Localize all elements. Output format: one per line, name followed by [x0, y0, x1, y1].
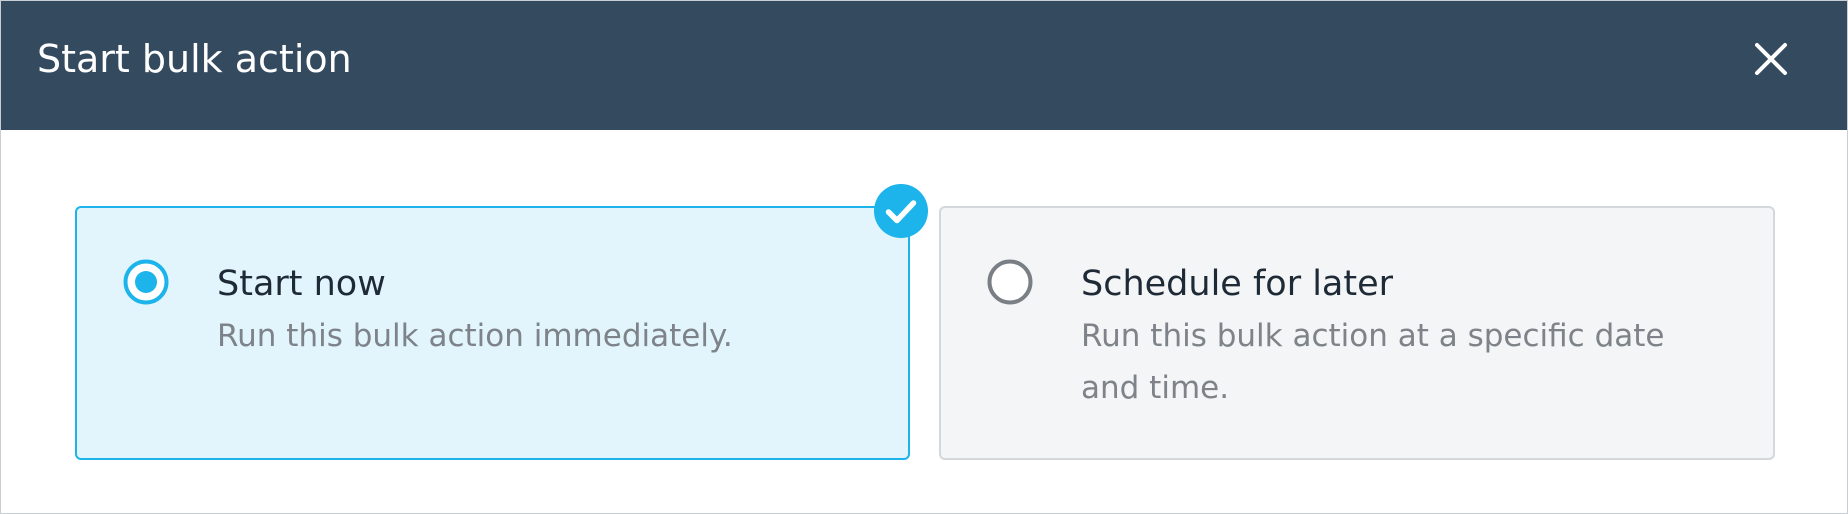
- option-title: Schedule for later: [1081, 264, 1394, 304]
- option-title: Start now: [217, 264, 386, 304]
- dialog-header: Start bulk action: [1, 1, 1847, 130]
- radio-schedule-for-later[interactable]: [986, 258, 1034, 306]
- option-text: Start now Run this bulk action immediate…: [217, 262, 858, 362]
- bulk-action-dialog: Start bulk action Start now Run this bul…: [0, 0, 1848, 514]
- option-description: Run this bulk action at a specific date …: [1081, 318, 1665, 406]
- dialog-title: Start bulk action: [37, 37, 352, 81]
- start-options: Start now Run this bulk action immediate…: [75, 184, 1775, 460]
- selected-check-icon: [874, 184, 928, 238]
- option-description: Run this bulk action immediately.: [217, 318, 733, 354]
- close-button[interactable]: [1751, 39, 1791, 79]
- option-start-now[interactable]: Start now Run this bulk action immediate…: [75, 206, 910, 460]
- radio-start-now[interactable]: [122, 258, 170, 306]
- radio-unselected-icon: [987, 259, 1033, 305]
- option-text: Schedule for later Run this bulk action …: [1081, 262, 1723, 414]
- radio-selected-icon: [123, 259, 169, 305]
- option-schedule-for-later[interactable]: Schedule for later Run this bulk action …: [939, 206, 1775, 460]
- close-icon: [1755, 43, 1787, 75]
